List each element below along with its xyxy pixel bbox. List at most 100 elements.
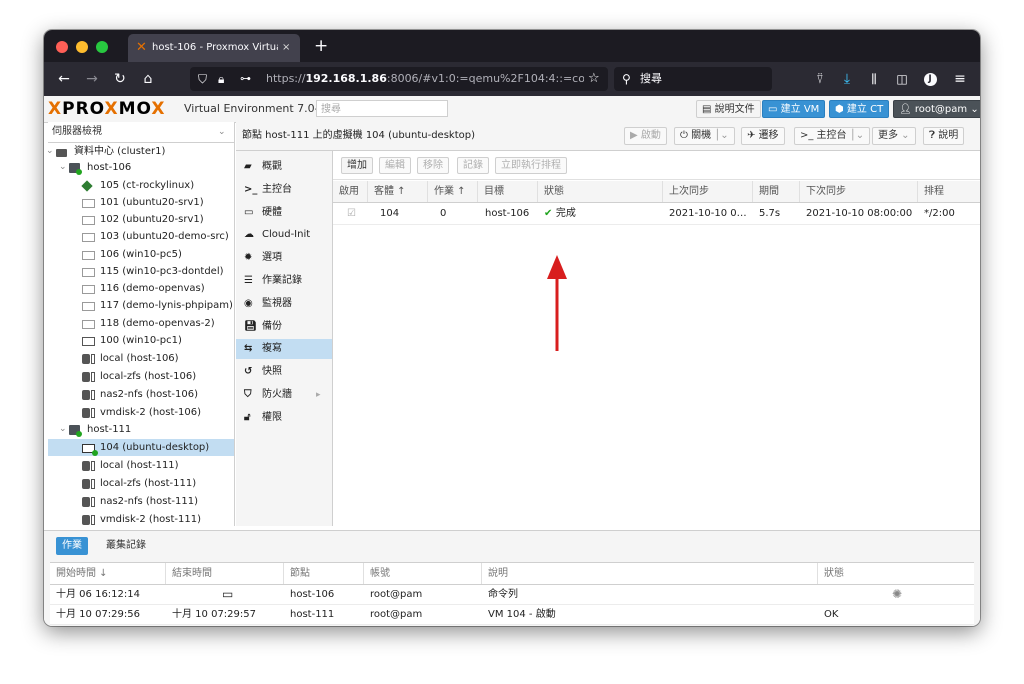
console-button[interactable]: >_ 主控台 │⌄: [794, 127, 871, 145]
tree-item[interactable]: 104 (ubuntu-desktop): [48, 439, 234, 456]
enabled-checkbox[interactable]: ☑: [341, 203, 368, 224]
column-next-sync[interactable]: 下次同步: [800, 181, 918, 202]
menu-item[interactable]: ☰ 作業記錄: [236, 271, 332, 291]
menu-icon[interactable]: ≡: [950, 62, 970, 96]
tree-item[interactable]: 116 (demo-openvas): [48, 280, 234, 297]
column-start-time[interactable]: 開始時間 ↓: [50, 563, 166, 584]
menu-item[interactable]: ▭ 硬體: [236, 203, 332, 223]
column-end-time[interactable]: 結束時間: [166, 563, 284, 584]
column-status[interactable]: 狀態: [538, 181, 663, 202]
tree-item[interactable]: ⌄ 資料中心 (cluster1): [46, 143, 234, 160]
tree-item[interactable]: 102 (ubuntu20-srv1): [48, 211, 234, 228]
chevron-right-icon[interactable]: ▸: [316, 385, 321, 405]
view-selector[interactable]: 伺服器檢視 ⌄: [48, 122, 234, 143]
tree-item[interactable]: 100 (win10-pc1): [48, 332, 234, 349]
create-ct-button[interactable]: ⬢ 建立 CT: [829, 100, 890, 118]
add-button[interactable]: 增加: [341, 157, 373, 174]
download-icon[interactable]: ⤓: [837, 62, 857, 96]
log-row[interactable]: 十月 06 16:12:14 ▭ host-106 root@pam 命令列 ✺: [50, 585, 974, 605]
tree-item[interactable]: vmdisk-2 (host-111): [48, 511, 234, 528]
tree-expand-icon[interactable]: ⌄: [59, 421, 67, 438]
menu-item[interactable]: ☁ Cloud-Init: [236, 225, 332, 245]
menu-item[interactable]: ↺ 快照: [236, 362, 332, 382]
column-duration[interactable]: 期間: [753, 181, 800, 202]
docs-button[interactable]: ▤ 說明文件: [696, 100, 761, 118]
menu-item[interactable]: ◉ 監視器: [236, 294, 332, 314]
shield-icon[interactable]: ⛉: [198, 67, 207, 91]
log-button[interactable]: 記錄: [457, 157, 489, 174]
run-now-button[interactable]: 立即執行排程: [495, 157, 567, 174]
shutdown-button[interactable]: ⏻ 關機 │⌄: [674, 127, 735, 145]
menu-item[interactable]: >_ 主控台: [236, 180, 332, 200]
tab-close-icon[interactable]: ×: [282, 34, 290, 62]
tree-item[interactable]: 117 (demo-lynis-phpipam): [48, 297, 234, 314]
table-row[interactable]: ☑ 104 0 host-106 ✔ 完成 2021-10-10 0… 5.7s…: [333, 203, 980, 225]
tree-item[interactable]: 106 (win10-pc5): [48, 246, 234, 263]
lock-warning-icon[interactable]: 🔒︎: [218, 67, 224, 91]
tree-item[interactable]: local-zfs (host-106): [48, 368, 234, 385]
permissions-key-icon[interactable]: ⊶: [240, 67, 251, 91]
maximize-window-button[interactable]: [96, 41, 108, 53]
browser-search-box[interactable]: ⚲ 搜尋: [614, 67, 772, 91]
back-icon[interactable]: ←: [54, 62, 74, 96]
tree-item[interactable]: vmdisk-2 (host-106): [48, 404, 234, 421]
tree-expand-icon[interactable]: ⌄: [46, 143, 54, 160]
tree-item[interactable]: local-zfs (host-111): [48, 475, 234, 492]
column-target[interactable]: 目標: [478, 181, 538, 202]
create-vm-button[interactable]: ▭ 建立 VM: [762, 100, 826, 118]
column-last-sync[interactable]: 上次同步: [663, 181, 753, 202]
account-icon[interactable]: J: [920, 62, 940, 96]
column-status[interactable]: 狀態: [818, 563, 974, 584]
column-description[interactable]: 說明: [482, 563, 818, 584]
sidebar-icon[interactable]: ◫: [892, 62, 912, 96]
home-icon[interactable]: ⌂: [138, 62, 158, 96]
tree-item[interactable]: ⌄ host-111: [48, 421, 234, 438]
menu-item[interactable]: ✹ 選項: [236, 248, 332, 268]
forward-icon[interactable]: →: [82, 62, 102, 96]
column-node[interactable]: 節點: [284, 563, 364, 584]
column-job[interactable]: 作業 ↑: [428, 181, 478, 202]
tree-item[interactable]: ⌄ host-106: [48, 159, 234, 176]
column-schedule[interactable]: 排程: [918, 181, 980, 202]
reload-icon[interactable]: ↻: [110, 62, 130, 96]
remove-button[interactable]: 移除: [417, 157, 449, 174]
menu-item[interactable]: 🔓︎ 權限: [236, 408, 332, 428]
menu-item[interactable]: ▰ 概觀: [236, 157, 332, 177]
tree-item[interactable]: 105 (ct-rockylinux): [48, 177, 234, 194]
url-text[interactable]: https://192.168.1.86:8006/#v1:0:=qemu%2F…: [266, 67, 584, 91]
tree-item[interactable]: 118 (demo-openvas-2): [48, 315, 234, 332]
column-guest[interactable]: 客體 ↑: [368, 181, 428, 202]
migrate-button[interactable]: ✈ 遷移: [741, 127, 785, 145]
column-user[interactable]: 帳號: [364, 563, 482, 584]
library-icon[interactable]: ⫼: [864, 62, 884, 96]
menu-item[interactable]: ⇆ 複寫: [236, 339, 332, 360]
tree-item[interactable]: nas2-nfs (host-111): [48, 493, 234, 510]
close-window-button[interactable]: [56, 41, 68, 53]
tree-expand-icon[interactable]: ⌄: [59, 159, 67, 176]
edit-button[interactable]: 編輯: [379, 157, 411, 174]
tab-cluster-log[interactable]: 叢集記錄: [100, 537, 152, 555]
menu-item[interactable]: 💾︎ 備份: [236, 317, 332, 337]
start-button[interactable]: ▶ 啟動: [624, 127, 667, 145]
menu-item[interactable]: ⛉ 防火牆 ▸: [236, 385, 332, 405]
tree-item[interactable]: local (host-111): [48, 457, 234, 474]
bookmark-star-icon[interactable]: ☆: [588, 67, 600, 91]
url-bar[interactable]: ⛉ 🔒︎ ⊶ https://192.168.1.86:8006/#v1:0:=…: [190, 67, 608, 91]
header-search-input[interactable]: 搜尋: [316, 100, 448, 117]
tree-item[interactable]: nas2-nfs (host-106): [48, 386, 234, 403]
browser-tab[interactable]: ✕ host-106 - Proxmox Virtual Envi ×: [128, 34, 300, 62]
more-button[interactable]: 更多 ⌄: [872, 127, 916, 145]
tree-item[interactable]: 115 (win10-pc3-dontdel): [48, 263, 234, 280]
pocket-icon[interactable]: ⍢: [810, 62, 830, 96]
log-row[interactable]: 十月 10 07:29:56 十月 10 07:29:57 host-111 r…: [50, 605, 974, 625]
column-enabled[interactable]: 啟用: [333, 181, 368, 202]
user-menu-button[interactable]: 👤︎ root@pam ⌄: [893, 100, 980, 118]
help-button[interactable]: ❓︎ 說明: [923, 127, 965, 145]
tree-item[interactable]: local (host-106): [48, 350, 234, 367]
tab-tasks[interactable]: 作業: [56, 537, 88, 555]
log-desc: 命令列: [488, 589, 518, 600]
tree-item[interactable]: 101 (ubuntu20-srv1): [48, 194, 234, 211]
minimize-window-button[interactable]: [76, 41, 88, 53]
tree-item[interactable]: 103 (ubuntu20-demo-src): [48, 228, 234, 245]
new-tab-button[interactable]: +: [314, 34, 328, 58]
